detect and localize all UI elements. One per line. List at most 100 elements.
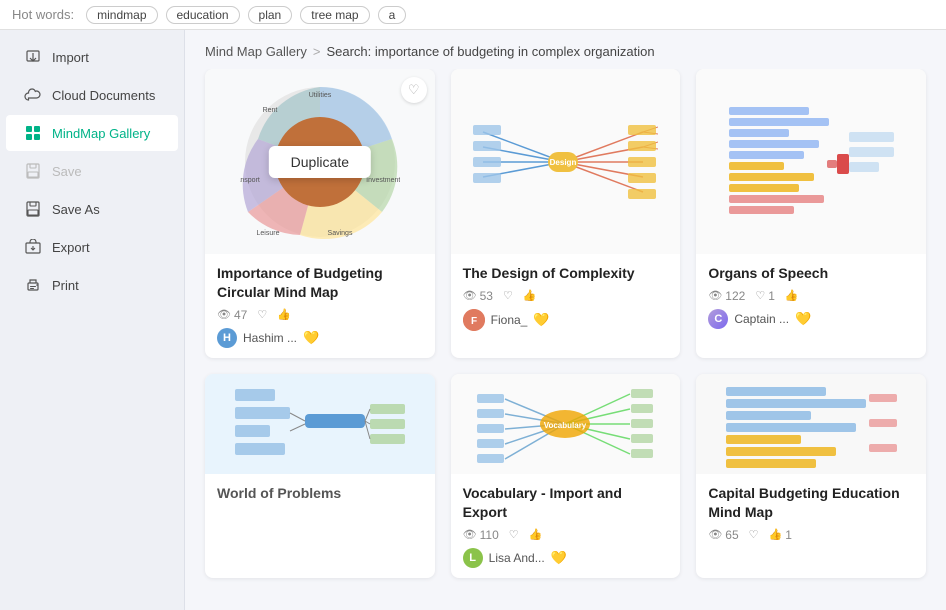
sidebar-label-import: Import	[52, 50, 89, 65]
card-info-world: World of Problems	[205, 474, 435, 513]
svg-text:F: F	[471, 316, 477, 327]
tag-more[interactable]: a	[378, 6, 407, 24]
sidebar-item-print[interactable]: Print	[6, 267, 178, 303]
content-area: Mind Map Gallery > Search: importance of…	[185, 30, 946, 610]
thumb-icon: 👍	[277, 308, 291, 321]
thumb-icon-c: 👍	[523, 289, 537, 302]
vip-badge-organs: 💛	[795, 311, 811, 327]
svg-text:Design: Design	[550, 158, 577, 167]
sidebar-item-cloud[interactable]: Cloud Documents	[6, 77, 178, 113]
import-icon	[24, 48, 42, 66]
thumb-count-complexity: 👍	[523, 289, 537, 302]
card-vocabulary[interactable]: Vocabulary	[451, 374, 681, 578]
card-author-complexity: F Fiona_ 💛	[463, 309, 669, 331]
svg-text:Transport: Transport	[240, 177, 260, 184]
hot-words-label: Hot words:	[12, 7, 74, 22]
card-organs-speech[interactable]: Organs of Speech 👁 122 ♡ 1 👍	[696, 69, 926, 358]
like-count-capital: ♡	[749, 528, 759, 541]
eye-icon-v: 👁	[463, 528, 477, 541]
author-name-vocabulary: Lisa And...	[489, 551, 545, 565]
author-name-complexity: Fiona_	[491, 313, 528, 327]
card-info-vocabulary: Vocabulary - Import and Export 👁 110 ♡ 👍	[451, 474, 681, 578]
card-title-organs: Organs of Speech	[708, 264, 914, 283]
thumb-count-vocabulary: 👍	[529, 528, 543, 541]
card-info-capital: Capital Budgeting Education Mind Map 👁 6…	[696, 474, 926, 552]
card-title-world: World of Problems	[217, 484, 423, 503]
view-count-complexity: 👁 53	[463, 289, 493, 303]
tag-education[interactable]: education	[166, 6, 240, 24]
heart-icon-c: ♡	[503, 289, 513, 302]
card-thumbnail-vocabulary: Vocabulary	[451, 374, 681, 474]
tag-treemap[interactable]: tree map	[300, 6, 369, 24]
world-svg	[230, 379, 410, 469]
view-count-importance: 👁 47	[217, 308, 247, 322]
card-info-complexity: The Design of Complexity 👁 53 ♡ 👍	[451, 254, 681, 341]
sidebar-item-save[interactable]: Save	[6, 153, 178, 189]
svg-text:Leisure: Leisure	[256, 230, 279, 237]
print-icon	[24, 276, 42, 294]
sidebar-label-print: Print	[52, 278, 79, 293]
tag-mindmap[interactable]: mindmap	[86, 6, 157, 24]
main-layout: Import Cloud Documents MindMap Gallery S…	[0, 30, 946, 610]
author-avatar-vocabulary: L	[463, 548, 483, 568]
vip-badge-vocabulary: 💛	[551, 550, 567, 566]
gallery-grid: Utilities Investments Savings Leisure Tr…	[185, 69, 946, 610]
card-thumbnail-world	[205, 374, 435, 474]
card-stats-vocabulary: 👁 110 ♡ 👍	[463, 528, 669, 542]
vip-badge-importance: 💛	[303, 330, 319, 346]
sidebar-label-export: Export	[52, 240, 90, 255]
card-stats-importance: 👁 47 ♡ 👍	[217, 308, 423, 322]
complexity-svg: Design	[473, 112, 658, 212]
eye-icon-o: 👁	[708, 289, 722, 302]
author-name-organs: Captain ...	[734, 312, 789, 326]
svg-text:Utilities: Utilities	[309, 92, 332, 99]
organs-svg	[719, 102, 904, 222]
like-count-vocabulary: ♡	[509, 528, 519, 541]
card-info-organs: Organs of Speech 👁 122 ♡ 1 👍	[696, 254, 926, 339]
capital-svg	[721, 379, 901, 469]
thumb-count-importance: 👍	[277, 308, 291, 321]
card-author-importance: H Hashim ... 💛	[217, 328, 423, 348]
sidebar-item-import[interactable]: Import	[6, 39, 178, 75]
card-world-problems[interactable]: World of Problems	[205, 374, 435, 578]
sidebar: Import Cloud Documents MindMap Gallery S…	[0, 30, 185, 610]
sidebar-item-save-as[interactable]: Save As	[6, 191, 178, 227]
card-stats-organs: 👁 122 ♡ 1 👍	[708, 289, 914, 303]
sidebar-label-gallery: MindMap Gallery	[52, 126, 150, 141]
breadcrumb-parent[interactable]: Mind Map Gallery	[205, 44, 307, 59]
gallery-icon	[24, 124, 42, 142]
sidebar-item-gallery[interactable]: MindMap Gallery	[6, 115, 178, 151]
thumb-count-organs: 👍	[785, 289, 799, 302]
svg-text:Vocabulary: Vocabulary	[544, 421, 587, 430]
eye-icon-c: 👁	[463, 289, 477, 302]
card-capital-budgeting[interactable]: Capital Budgeting Education Mind Map 👁 6…	[696, 374, 926, 578]
heart-button-importance[interactable]: ♡	[401, 77, 427, 103]
card-importance-budgeting[interactable]: Utilities Investments Savings Leisure Tr…	[205, 69, 435, 358]
heart-icon-cap: ♡	[749, 528, 759, 541]
card-stats-capital: 👁 65 ♡ 👍 1	[708, 528, 914, 542]
duplicate-button[interactable]: Duplicate	[269, 146, 371, 178]
svg-text:Investments: Investments	[366, 177, 400, 184]
tag-plan[interactable]: plan	[248, 6, 293, 24]
heart-icon: ♡	[257, 308, 267, 321]
card-title-vocabulary: Vocabulary - Import and Export	[463, 484, 669, 522]
author-name-importance: Hashim ...	[243, 331, 297, 345]
card-thumbnail-capital	[696, 374, 926, 474]
eye-icon-cap: 👁	[708, 528, 722, 541]
like-count-importance: ♡	[257, 308, 267, 321]
card-design-complexity[interactable]: Design	[451, 69, 681, 358]
sidebar-item-export[interactable]: Export	[6, 229, 178, 265]
like-count-organs: ♡ 1	[755, 289, 775, 303]
sidebar-label-save: Save	[52, 164, 82, 179]
sidebar-label-save-as: Save As	[52, 202, 100, 217]
vocabulary-svg: Vocabulary	[475, 379, 655, 469]
sidebar-label-cloud: Cloud Documents	[52, 88, 155, 103]
top-bar: Hot words: mindmap education plan tree m…	[0, 0, 946, 30]
card-title-capital: Capital Budgeting Education Mind Map	[708, 484, 914, 522]
breadcrumb-separator: >	[313, 44, 321, 59]
save-as-icon	[24, 200, 42, 218]
thumb-icon-v: 👍	[529, 528, 543, 541]
thumb-icon-o: 👍	[785, 289, 799, 302]
view-count-vocabulary: 👁 110	[463, 528, 499, 542]
thumb-icon-cap: 👍	[769, 528, 783, 541]
